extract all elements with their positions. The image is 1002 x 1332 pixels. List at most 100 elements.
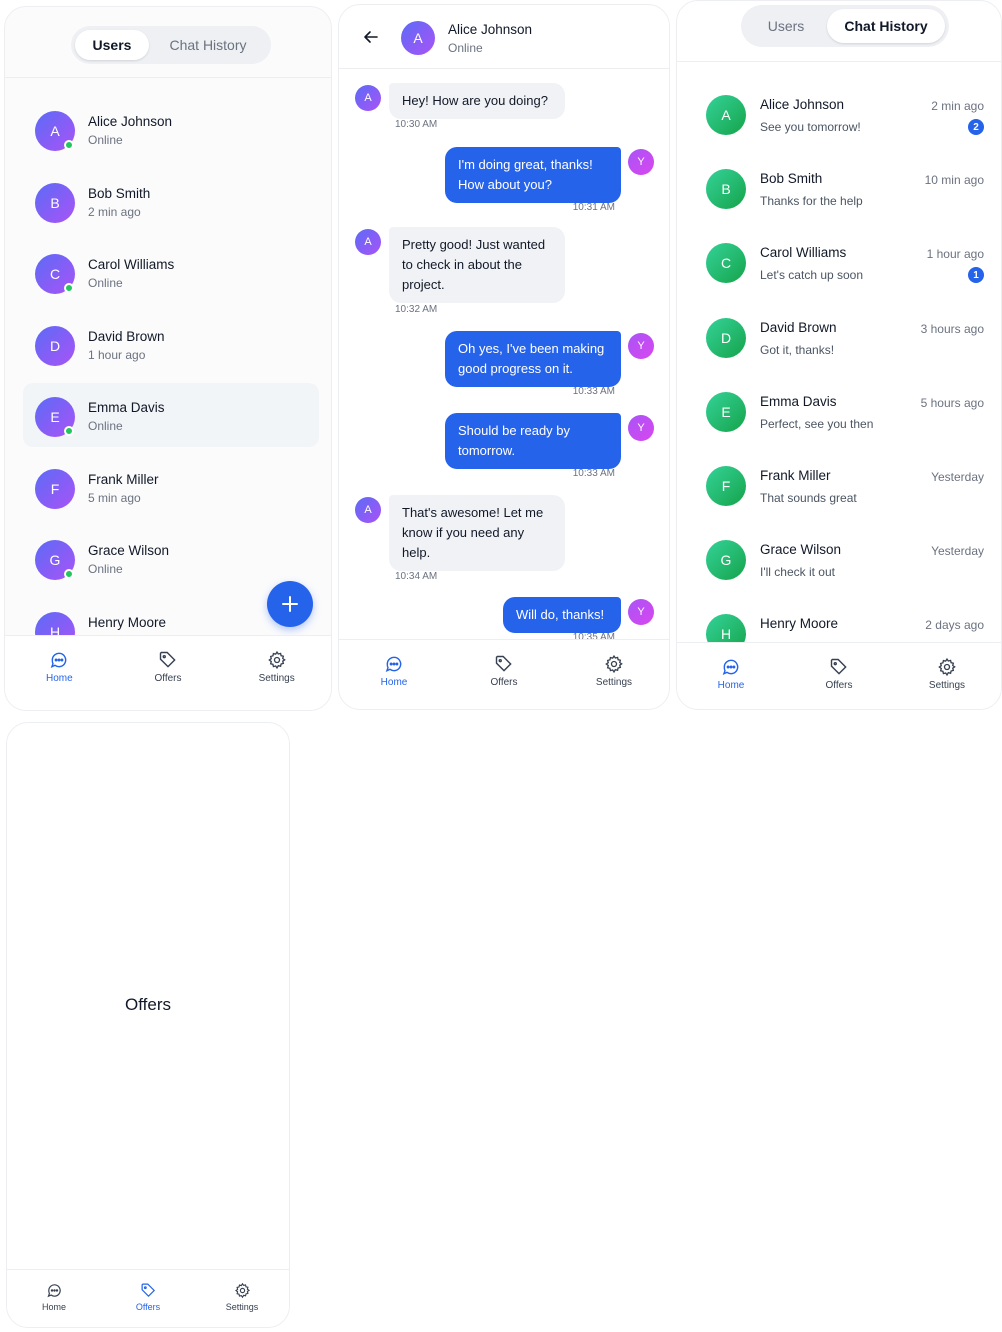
conversation-avatar: F xyxy=(706,466,746,506)
bottom-nav: Home Offers Settings xyxy=(7,1269,289,1327)
conversation-avatar: C xyxy=(706,243,746,283)
outgoing-message: Oh yes, I've been making good progress o… xyxy=(445,331,621,387)
back-button[interactable] xyxy=(363,29,379,50)
tag-icon xyxy=(830,658,847,675)
user-name: Frank Miller xyxy=(88,472,159,487)
user-status: Online xyxy=(88,419,123,433)
outgoing-message: I'm doing great, thanks! How about you? xyxy=(445,147,621,203)
conversation-time: 1 hour ago xyxy=(926,247,984,261)
conversation-name: Bob Smith xyxy=(760,171,823,186)
nav-offers[interactable]: Offers xyxy=(103,1270,193,1327)
conversation-time: Yesterday xyxy=(931,470,984,484)
gear-icon xyxy=(938,657,956,677)
tab-users[interactable]: Users xyxy=(75,30,149,60)
gear-icon xyxy=(605,654,623,674)
user-avatar: F xyxy=(35,469,75,509)
last-message: That sounds great xyxy=(760,491,857,505)
page-title: Offers xyxy=(125,995,171,1014)
last-message: See you tomorrow! xyxy=(760,120,861,134)
nav-home-label: Home xyxy=(380,677,408,688)
nav-settings[interactable]: Settings xyxy=(232,636,322,710)
nav-settings-label: Settings xyxy=(225,1302,259,1312)
sender-avatar: A xyxy=(355,85,381,111)
user-status: Online xyxy=(88,133,123,147)
bottom-nav: Home Offers Settings xyxy=(339,639,669,709)
conversation-avatar: E xyxy=(706,392,746,432)
my-avatar: Y xyxy=(628,333,654,359)
last-message: Perfect, see you then xyxy=(760,417,874,431)
user-name: David Brown xyxy=(88,329,165,344)
nav-settings-label: Settings xyxy=(595,677,633,688)
tab-users[interactable]: Users xyxy=(745,9,827,43)
nav-home[interactable]: Home xyxy=(349,640,439,709)
nav-home-label: Home xyxy=(41,1302,66,1312)
nav-settings[interactable]: Settings xyxy=(569,640,659,709)
sender-avatar: A xyxy=(355,229,381,255)
contact-status: Online xyxy=(448,41,483,55)
nav-settings-label: Settings xyxy=(928,680,966,691)
users-screen: Users Chat History A Alice Johnson Online B… xyxy=(4,6,332,711)
user-name: Carol Williams xyxy=(88,257,175,272)
my-avatar: Y xyxy=(628,415,654,441)
conversation-name: Grace Wilson xyxy=(760,542,842,557)
message-time: 10:33 AM xyxy=(572,386,615,397)
tab-switcher: Users Chat History xyxy=(741,5,949,47)
conversation-name: Emma Davis xyxy=(760,394,837,409)
unread-badge: 1 xyxy=(968,267,984,283)
tab-chat-history[interactable]: Chat History xyxy=(149,30,267,60)
outgoing-message: Will do, thanks! xyxy=(503,597,621,633)
tag-icon xyxy=(141,1283,155,1298)
incoming-message: Hey! How are you doing? xyxy=(389,83,565,119)
user-status: Online xyxy=(88,562,123,576)
message-time: 10:30 AM xyxy=(395,119,438,130)
tab-chat-history[interactable]: Chat History xyxy=(827,9,945,43)
unread-badge: 2 xyxy=(968,119,984,135)
gear-icon xyxy=(234,1282,250,1299)
my-avatar: Y xyxy=(628,149,654,175)
nav-settings[interactable]: Settings xyxy=(902,643,992,709)
tag-icon xyxy=(495,655,512,672)
conversation-name: David Brown xyxy=(760,320,837,335)
arrow-left-icon xyxy=(364,31,378,43)
online-indicator xyxy=(64,283,74,293)
conversation-avatar: A xyxy=(706,95,746,135)
user-avatar: D xyxy=(35,326,75,366)
chat-bubble-icon xyxy=(51,652,67,668)
divider xyxy=(677,61,1001,62)
conversation-name: Henry Moore xyxy=(760,616,839,631)
nav-offers-label: Offers xyxy=(490,677,518,688)
bottom-nav: Home Offers Settings xyxy=(5,635,331,710)
user-name: Emma Davis xyxy=(88,400,165,415)
conversation-avatar: G xyxy=(706,540,746,580)
last-message: I'll check it out xyxy=(760,565,835,579)
my-avatar: Y xyxy=(628,599,654,625)
gear-icon xyxy=(267,650,286,670)
nav-home[interactable]: Home xyxy=(14,636,104,710)
chat-bubble-icon xyxy=(722,659,739,675)
nav-home[interactable]: Home xyxy=(686,643,776,709)
conversation-name: Frank Miller xyxy=(760,468,831,483)
user-status: 1 hour ago xyxy=(88,348,146,362)
sender-avatar: A xyxy=(355,497,381,523)
nav-home[interactable]: Home xyxy=(9,1270,99,1327)
header-divider xyxy=(339,68,669,69)
conversation-name: Carol Williams xyxy=(760,245,847,260)
nav-offers[interactable]: Offers xyxy=(794,643,884,709)
divider xyxy=(5,77,331,78)
conversation-time: 10 min ago xyxy=(924,173,984,187)
user-avatar: B xyxy=(35,183,75,223)
conversation-avatar: B xyxy=(706,169,746,209)
user-status: Online xyxy=(88,276,123,290)
home-indicator xyxy=(123,710,217,711)
message-time: 10:33 AM xyxy=(572,468,615,479)
new-chat-button[interactable] xyxy=(267,581,313,627)
chat-screen: A Alice Johnson Online A Hey! How are you… xyxy=(338,4,670,710)
nav-offers-label: Offers xyxy=(135,1302,161,1312)
nav-offers[interactable]: Offers xyxy=(459,640,549,709)
online-indicator xyxy=(64,569,74,579)
nav-settings-label: Settings xyxy=(258,673,295,684)
nav-settings[interactable]: Settings xyxy=(197,1270,287,1327)
nav-offers[interactable]: Offers xyxy=(123,636,213,710)
online-indicator xyxy=(64,140,74,150)
conversation-avatar: D xyxy=(706,318,746,358)
